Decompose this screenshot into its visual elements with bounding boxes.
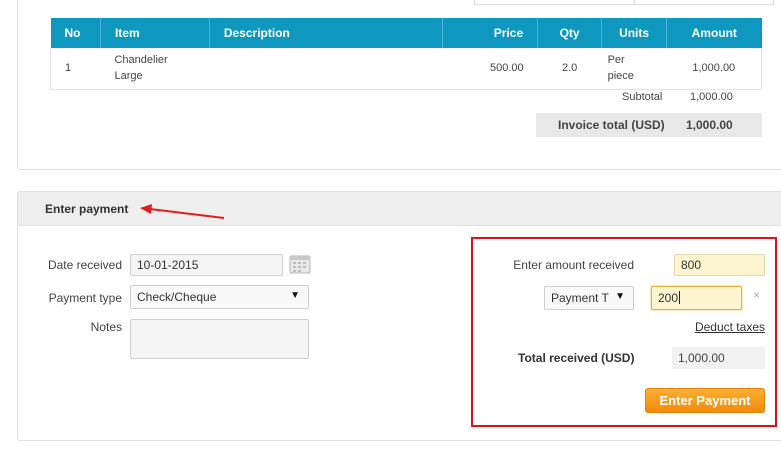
payment-method-select[interactable]: Payment T ▼ [544,286,634,310]
cell-units: Per piece [601,48,667,90]
amount-received-input[interactable]: 800 [674,254,765,276]
close-icon[interactable]: × [753,288,760,302]
arrow-icon [140,204,225,219]
table-row: 1 Chandelier Large 500.00 2.0 Per piece 1,… [50,48,762,90]
cell-item: Chandelier Large [100,48,210,90]
invoice-items-table: No Item Description Price Qty Units Amou… [50,18,762,90]
cell-units-line2: piece [607,70,634,83]
calendar-icon[interactable] [289,254,311,274]
payment-type-select[interactable]: Check/Cheque ▼ [130,285,309,309]
payment-title: Enter payment [45,202,129,216]
amount-received-label: Enter amount received [513,258,634,272]
text-cursor [679,291,681,304]
cell-qty: 2.0 [537,48,602,90]
table-header-row: No Item Description Price Qty Units Amou… [50,18,762,48]
cell-description [209,48,443,90]
subtotal-label: Subtotal [622,91,663,103]
column-header-item: Item [100,18,210,48]
payment-method-amount-value: 200 [658,291,679,305]
deduct-taxes-link[interactable]: Deduct taxes [695,320,765,334]
invoice-total-value: 1,000.00 [686,118,733,132]
invoice-total-label: Invoice total (USD) [558,118,665,132]
column-header-description: Description [209,18,444,48]
invoice-total-bar: Invoice total (USD) 1,000.00 [536,113,762,137]
column-header-amount: Amount [666,18,762,48]
total-received-value: 1,000.00 [672,347,765,369]
cell-item-line1: Chandelier [114,54,168,67]
totals-stub [474,0,774,5]
column-header-price: Price [442,18,539,48]
chevron-down-icon: ▼ [290,290,300,301]
column-header-qty: Qty [537,18,603,48]
cell-amount: 1,000.00 [666,48,762,90]
notes-textarea[interactable] [130,319,309,359]
cell-units-line1: Per [607,54,625,67]
date-received-input[interactable]: 10-01-2015 [130,254,283,276]
enter-payment-button[interactable]: Enter Payment [645,388,765,413]
total-received-label: Total received (USD) [518,351,635,365]
payment-header [18,192,781,226]
notes-label: Notes [90,320,122,334]
cell-price: 500.00 [442,48,538,90]
chevron-down-icon: ▼ [615,291,625,302]
cell-no: 1 [50,48,101,90]
subtotal-value: 1,000.00 [690,91,733,103]
column-header-units: Units [601,18,668,48]
payment-type-label: Payment type [48,291,122,305]
payment-type-value: Check/Cheque [137,290,217,304]
cell-item-line2: Large [114,70,143,83]
payment-method-value: Payment T [551,291,609,305]
payment-method-amount-input[interactable]: 200 [651,286,742,310]
column-header-no: No [50,18,101,48]
date-received-label: Date received [47,258,122,272]
